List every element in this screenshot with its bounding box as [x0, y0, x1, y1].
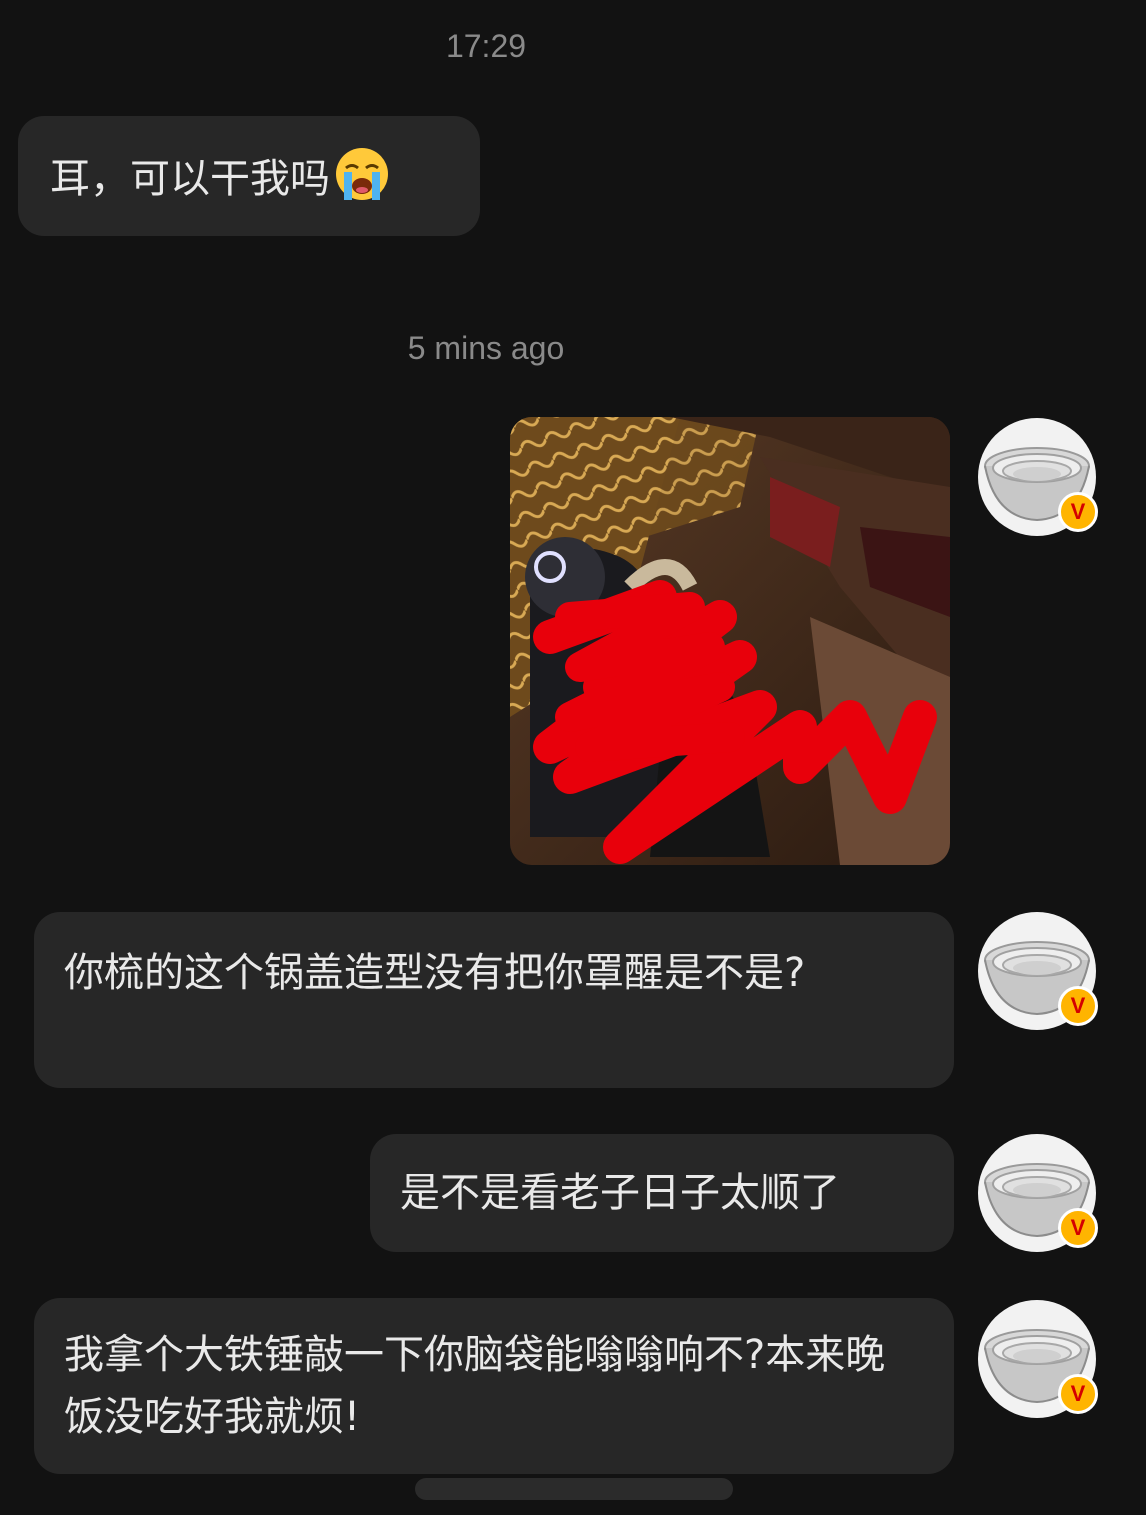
avatar[interactable]: V — [978, 418, 1098, 536]
avatar[interactable]: V — [978, 1300, 1098, 1418]
avatar[interactable]: V — [978, 912, 1098, 1030]
badge-label: V — [1070, 993, 1086, 1018]
verified-badge-icon: V — [1058, 1208, 1098, 1248]
message-bubble-sent[interactable]: 你梳的这个锅盖造型没有把你罩醒是不是? — [34, 912, 954, 1088]
timestamp-1: 17:29 — [445, 28, 527, 64]
crying-face-icon — [336, 148, 388, 200]
message-text: 耳，可以干我吗 — [50, 156, 330, 202]
photo-message[interactable] — [510, 417, 950, 865]
redacted-photo-image — [510, 417, 950, 865]
message-text: 我拿个大铁锤敲一下你脑袋能嗡嗡响不?本来晚饭没吃好我就烦! — [64, 1332, 886, 1440]
message-bubble-sent[interactable]: 我拿个大铁锤敲一下你脑袋能嗡嗡响不?本来晚饭没吃好我就烦! — [34, 1298, 954, 1474]
verified-badge-icon: V — [1058, 1374, 1098, 1414]
timestamp-2: 5 mins ago — [407, 330, 565, 366]
message-text: 是不是看老子日子太顺了 — [400, 1170, 840, 1216]
badge-label: V — [1070, 1215, 1086, 1240]
avatar[interactable]: V — [978, 1134, 1098, 1252]
verified-badge-icon: V — [1058, 492, 1098, 532]
message-bubble-received[interactable]: 耳，可以干我吗 — [18, 116, 480, 236]
verified-badge-icon: V — [1058, 986, 1098, 1026]
badge-label: V — [1070, 499, 1086, 524]
message-bubble-sent[interactable]: 是不是看老子日子太顺了 — [370, 1134, 954, 1252]
watermark-obscured — [415, 1478, 733, 1500]
message-text: 你梳的这个锅盖造型没有把你罩醒是不是? — [64, 950, 806, 996]
badge-label: V — [1070, 1381, 1086, 1406]
